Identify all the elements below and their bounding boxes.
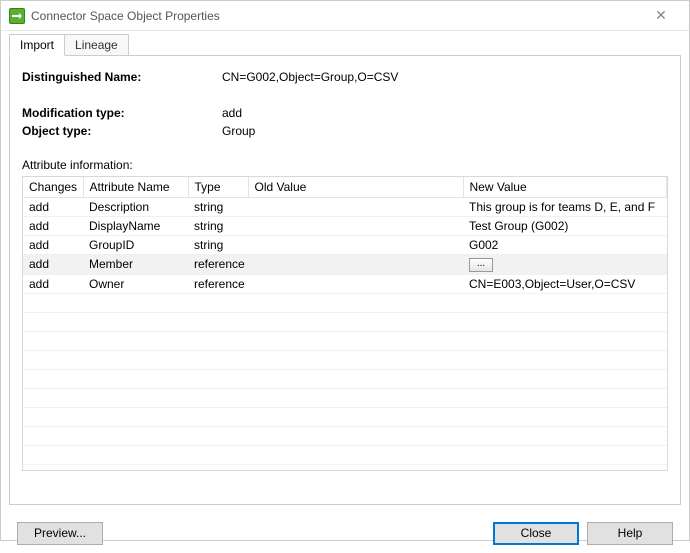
dn-label: Distinguished Name: [22,70,222,84]
objtype-label: Object type: [22,124,222,138]
table-row[interactable]: addDisplayNamestring Test Group (G002) [23,217,667,236]
attr-section-label: Attribute information: [22,158,668,172]
table-row [23,293,667,312]
titlebar: Connector Space Object Properties ✕ [1,1,689,31]
tab-lineage[interactable]: Lineage [64,34,129,55]
cell-type: string [188,198,248,217]
tabstrip: Import Lineage [1,31,689,55]
bottom-bar: Preview... Close Help [1,513,689,553]
close-button[interactable]: Close [493,522,579,545]
col-attrname[interactable]: Attribute Name [83,177,188,198]
modtype-value: add [222,106,242,120]
table-row[interactable]: addMemberreference... [23,255,667,275]
table-row [23,312,667,331]
cell-attrname: Owner [83,274,188,293]
cell-changes: add [23,274,83,293]
cell-newval: This group is for teams D, E, and F [463,198,667,217]
cell-oldval [248,274,463,293]
attribute-grid[interactable]: Changes Attribute Name Type Old Value Ne… [22,176,668,471]
help-button[interactable]: Help [587,522,673,545]
table-row [23,445,667,464]
cell-oldval [248,236,463,255]
grid-header-row: Changes Attribute Name Type Old Value Ne… [23,177,667,198]
cell-changes: add [23,236,83,255]
cell-newval: ... [463,255,667,275]
table-row [23,407,667,426]
table-row [23,350,667,369]
window-title: Connector Space Object Properties [31,9,641,23]
cell-attrname: Member [83,255,188,275]
cell-changes: add [23,255,83,275]
ellipsis-button[interactable]: ... [469,258,493,272]
objtype-value: Group [222,124,255,138]
cell-oldval [248,255,463,275]
col-type[interactable]: Type [188,177,248,198]
close-icon[interactable]: ✕ [641,2,681,30]
cell-type: reference [188,255,248,275]
table-row [23,426,667,445]
modtype-label: Modification type: [22,106,222,120]
table-row [23,388,667,407]
table-row [23,369,667,388]
col-changes[interactable]: Changes [23,177,83,198]
cell-newval: Test Group (G002) [463,217,667,236]
cell-changes: add [23,198,83,217]
preview-button[interactable]: Preview... [17,522,103,545]
cell-type: string [188,217,248,236]
cell-attrname: DisplayName [83,217,188,236]
cell-attrname: Description [83,198,188,217]
app-icon [9,8,25,24]
tab-import[interactable]: Import [9,34,65,56]
cell-newval: G002 [463,236,667,255]
cell-oldval [248,217,463,236]
table-row[interactable]: addDescriptionstring This group is for te… [23,198,667,217]
cell-changes: add [23,217,83,236]
table-row[interactable]: addGroupIDstring G002 [23,236,667,255]
table-row[interactable]: addOwnerreference CN=E003,Object=User,O=C… [23,274,667,293]
cell-type: reference [188,274,248,293]
dn-value: CN=G002,Object=Group,O=CSV [222,70,398,84]
cell-oldval [248,198,463,217]
col-oldval[interactable]: Old Value [248,177,463,198]
cell-type: string [188,236,248,255]
tab-content: Distinguished Name: CN=G002,Object=Group… [9,55,681,505]
cell-newval: CN=E003,Object=User,O=CSV [463,274,667,293]
col-newval[interactable]: New Value [463,177,667,198]
cell-attrname: GroupID [83,236,188,255]
table-row [23,331,667,350]
